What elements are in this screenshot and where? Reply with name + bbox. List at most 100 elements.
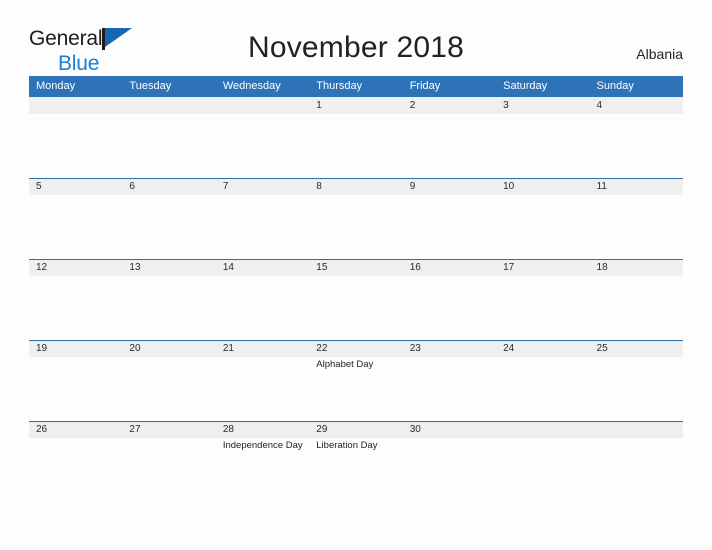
day-7[interactable]: 7 [215, 178, 310, 259]
calendar-day-cell[interactable] [29, 97, 123, 178]
day-empty [29, 97, 123, 178]
day-1[interactable]: 1 [309, 97, 403, 178]
day-number-band [402, 97, 497, 114]
day-11[interactable]: 11 [589, 178, 683, 259]
day-number-band [122, 178, 216, 195]
day-number: 2 [409, 100, 416, 111]
day-number: 18 [596, 262, 608, 273]
day-number-band [402, 178, 497, 195]
day-19[interactable]: 19 [29, 340, 123, 421]
calendar-day-cell[interactable]: 8 [309, 178, 403, 259]
day-6[interactable]: 6 [122, 178, 216, 259]
weekday-header-saturday: Saturday [496, 76, 590, 97]
day-number: 17 [503, 262, 515, 273]
calendar-day-cell[interactable]: 18 [589, 259, 683, 340]
day-27[interactable]: 27 [122, 421, 216, 502]
weekday-header-tuesday: Tuesday [122, 76, 216, 97]
day-20[interactable]: 20 [122, 340, 216, 421]
day-9[interactable]: 9 [402, 178, 497, 259]
day-21[interactable]: 21 [215, 340, 310, 421]
day-30[interactable]: 30 [402, 421, 497, 502]
calendar-day-cell[interactable]: 6 [122, 178, 216, 259]
day-number-band [309, 178, 403, 195]
day-empty [215, 97, 310, 178]
day-empty [122, 97, 216, 178]
calendar-day-cell[interactable]: 11 [589, 178, 683, 259]
day-25[interactable]: 25 [589, 340, 683, 421]
calendar-day-cell[interactable]: 14 [215, 259, 310, 340]
day-5[interactable]: 5 [29, 178, 123, 259]
day-number: 1 [316, 100, 322, 111]
calendar-day-cell[interactable]: 2 [402, 97, 497, 178]
day-number-band [496, 97, 590, 114]
holiday-label: Alphabet Day [316, 359, 374, 370]
day-26[interactable]: 26 [29, 421, 123, 502]
calendar-day-cell[interactable] [122, 97, 216, 178]
day-4[interactable]: 4 [589, 97, 683, 178]
day-29[interactable]: 29 Liberation Day [309, 421, 403, 502]
calendar-week-row: 1 2 3 4 [29, 97, 683, 178]
day-number: 14 [222, 262, 234, 273]
calendar-day-cell[interactable]: 27 [122, 421, 216, 502]
calendar-day-cell[interactable]: 10 [496, 178, 590, 259]
calendar-day-cell[interactable]: 26 [29, 421, 123, 502]
day-number: 26 [36, 424, 48, 435]
day-8[interactable]: 8 [309, 178, 403, 259]
day-number-band [122, 97, 216, 114]
calendar-day-cell[interactable]: 25 [589, 340, 683, 421]
calendar-day-cell[interactable]: 12 [29, 259, 123, 340]
day-number: 12 [36, 262, 48, 273]
calendar-grid: Monday Tuesday Wednesday Thursday Friday… [29, 76, 683, 502]
calendar-body: 1 2 3 4 5 6 7 8 9 10 11 12 13 14 15 16 17 18 19 20 21 22 Alpha… [29, 97, 683, 502]
calendar-day-cell[interactable]: 9 [402, 178, 497, 259]
day-number: 15 [316, 262, 328, 273]
calendar-day-cell[interactable]: 17 [496, 259, 590, 340]
calendar-day-cell[interactable]: 29 Liberation Day [309, 421, 403, 502]
day-13[interactable]: 13 [122, 259, 216, 340]
day-14[interactable]: 14 [215, 259, 310, 340]
calendar-day-cell[interactable]: 15 [309, 259, 403, 340]
day-12[interactable]: 12 [29, 259, 123, 340]
calendar-week-row: 5 6 7 8 9 10 11 [29, 178, 683, 259]
weekday-header-wednesday: Wednesday [215, 76, 310, 97]
calendar-day-cell[interactable]: 22 Alphabet Day [309, 340, 403, 421]
calendar-day-cell[interactable]: 3 [496, 97, 590, 178]
calendar-day-cell[interactable] [496, 421, 590, 502]
calendar-day-cell[interactable]: 5 [29, 178, 123, 259]
calendar-page: General Blue November 2018 Albania Monda… [0, 0, 712, 550]
calendar-day-cell[interactable] [215, 97, 310, 178]
day-3[interactable]: 3 [496, 97, 590, 178]
day-23[interactable]: 23 [402, 340, 497, 421]
day-number: 20 [129, 343, 141, 354]
calendar-day-cell[interactable]: 21 [215, 340, 310, 421]
calendar-header-row: Monday Tuesday Wednesday Thursday Friday… [29, 76, 683, 97]
calendar-day-cell[interactable]: 7 [215, 178, 310, 259]
day-28[interactable]: 28 Independence Day [215, 421, 310, 502]
calendar-day-cell[interactable]: 13 [122, 259, 216, 340]
day-number: 29 [316, 424, 328, 435]
day-number-band [29, 97, 123, 114]
calendar-day-cell[interactable]: 24 [496, 340, 590, 421]
calendar-day-cell[interactable]: 23 [402, 340, 497, 421]
calendar-day-cell[interactable]: 16 [402, 259, 497, 340]
calendar-day-cell[interactable]: 30 [402, 421, 497, 502]
day-22[interactable]: 22 Alphabet Day [309, 340, 403, 421]
day-2[interactable]: 2 [402, 97, 497, 178]
calendar-day-cell[interactable]: 20 [122, 340, 216, 421]
calendar-day-cell[interactable]: 4 [589, 97, 683, 178]
calendar-day-cell[interactable]: 28 Independence Day [215, 421, 310, 502]
day-number: 8 [316, 181, 322, 192]
calendar-day-cell[interactable] [589, 421, 683, 502]
calendar-day-cell[interactable]: 1 [309, 97, 403, 178]
day-18[interactable]: 18 [589, 259, 683, 340]
day-number-band [589, 97, 683, 114]
day-number-band [215, 97, 310, 114]
day-17[interactable]: 17 [496, 259, 590, 340]
calendar-day-cell[interactable]: 19 [29, 340, 123, 421]
day-15[interactable]: 15 [309, 259, 403, 340]
day-10[interactable]: 10 [496, 178, 590, 259]
weekday-header-friday: Friday [402, 76, 497, 97]
day-number: 6 [129, 181, 135, 192]
day-24[interactable]: 24 [496, 340, 590, 421]
day-16[interactable]: 16 [402, 259, 497, 340]
